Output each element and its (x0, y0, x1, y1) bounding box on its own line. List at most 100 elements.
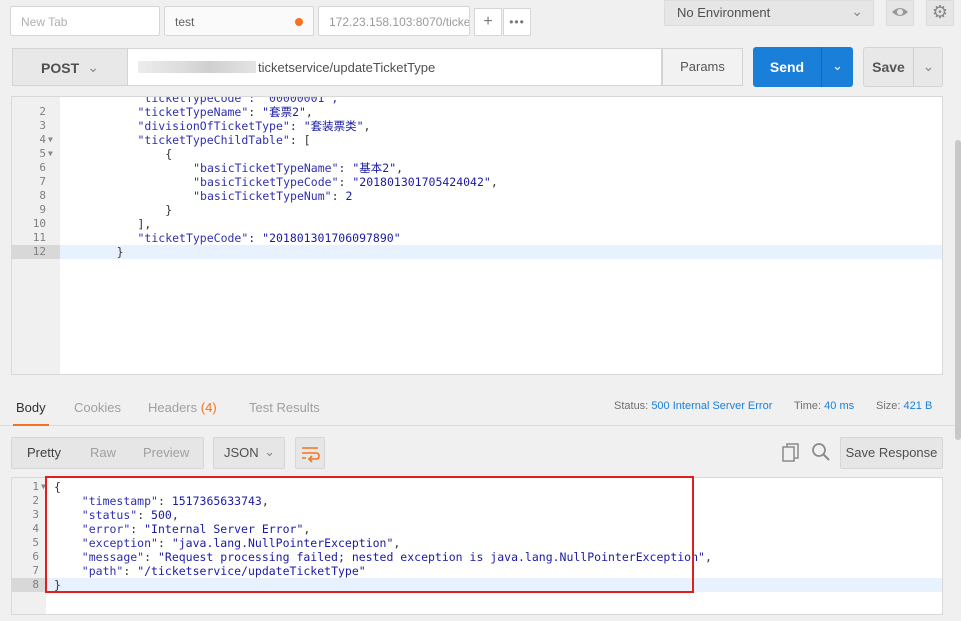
preview-button[interactable]: Preview (143, 445, 189, 460)
code-text: "message": "Request processing failed; n… (81, 550, 712, 564)
response-tabs: Body Cookies Headers (4) Test Results St… (0, 386, 961, 427)
code-line: 7 "basicTicketTypeCode": "201801301705424… (12, 175, 942, 189)
tab-test-results[interactable]: Test Results (249, 400, 320, 415)
time-value[interactable]: 40 ms (824, 400, 854, 412)
status-value[interactable]: 500 Internal Server Error (651, 400, 772, 412)
tab-headers[interactable]: Headers (4) (148, 400, 217, 415)
tab-label: New Tab (21, 15, 68, 29)
code-line: 3 "divisionOfTicketType": "套装票类", (12, 119, 942, 133)
code-line: "ticketTypeCode": "00000001", (12, 97, 942, 105)
code-text: } (116, 245, 124, 259)
code-text: { (165, 147, 173, 161)
code-text: "status": 500, (81, 508, 179, 522)
code-line: 4 "error": "Internal Server Error", (12, 522, 942, 536)
fold-toggle-icon[interactable]: ▼ (48, 133, 53, 147)
size-value[interactable]: 421 B (904, 400, 933, 412)
unsaved-dot-icon (295, 18, 303, 26)
chevron-down-icon: ⌄ (851, 3, 863, 19)
code-text: "path": "/ticketservice/updateTicketType… (81, 564, 366, 578)
tab-test[interactable]: test (164, 6, 314, 36)
code-text: } (165, 203, 173, 217)
save-button[interactable]: Save (864, 48, 913, 86)
line-number: 6 (39, 161, 46, 174)
save-response-button[interactable]: Save Response (840, 437, 943, 469)
method-select[interactable]: POST ⌄ (12, 48, 128, 86)
code-text: "basicTicketTypeName": "基本2", (193, 161, 404, 175)
chevron-down-icon: ⌄ (87, 59, 99, 75)
chevron-down-icon: ⌄ (922, 58, 935, 74)
tab-new-tab[interactable]: New Tab (10, 6, 160, 36)
code-line: 8 "basicTicketTypeNum": 2 (12, 189, 942, 203)
tab-body[interactable]: Body (13, 400, 49, 427)
size-label: Size: (876, 400, 901, 412)
time-label: Time: (794, 400, 822, 412)
url-input[interactable]: ticketservice/updateTicketType (128, 48, 662, 86)
response-status: Status: 500 Internal Server Error (614, 400, 772, 412)
send-button[interactable]: Send (753, 47, 821, 87)
line-number: 7 (32, 564, 39, 577)
code-text: "basicTicketTypeCode": "2018013017054240… (193, 175, 498, 189)
code-text: "exception": "java.lang.NullPointerExcep… (81, 536, 401, 550)
line-number: 3 (32, 508, 39, 521)
fold-toggle-icon[interactable]: ▼ (41, 480, 46, 494)
page-scrollbar[interactable] (955, 140, 961, 440)
pretty-button[interactable]: Pretty (27, 445, 61, 460)
url-text: ticketservice/updateTicketType (258, 60, 436, 75)
line-number: 1 (32, 480, 39, 493)
view-mode-group: Pretty Raw Preview (11, 437, 204, 469)
more-tabs-button[interactable]: ••• (503, 8, 531, 36)
wrap-icon (302, 447, 320, 463)
code-line: 3 "status": 500, (12, 508, 942, 522)
code-line: 2 "ticketTypeName": "套票2", (12, 105, 942, 119)
search-icon[interactable] (811, 442, 831, 462)
send-options-button[interactable]: ⌄ (821, 47, 853, 87)
code-line: 4 ▼ "ticketTypeChildTable": [ (12, 133, 942, 147)
code-text: "divisionOfTicketType": "套装票类", (137, 119, 371, 133)
code-line: 10], (12, 217, 942, 231)
response-body-viewer[interactable]: 1 ▼ {2 "timestamp": 1517365633743, 3 "status"… (11, 477, 943, 615)
code-line: 2 "timestamp": 1517365633743, (12, 494, 942, 508)
code-line: 11 "ticketTypeCode": "201801301706097890" (12, 231, 942, 245)
settings-button[interactable]: ⚙ (926, 0, 954, 26)
code-text: "ticketTypeCode": "201801301706097890" (137, 231, 401, 245)
add-tab-button[interactable]: + (474, 8, 502, 36)
line-number: 2 (32, 494, 39, 507)
fold-toggle-icon[interactable]: ▼ (48, 147, 53, 161)
tab-cookies[interactable]: Cookies (74, 400, 121, 415)
code-line: 12} (12, 245, 942, 259)
line-number: 5 (39, 147, 46, 160)
line-number: 9 (39, 203, 46, 216)
code-line: 6 "basicTicketTypeName": "基本2", (12, 161, 942, 175)
response-time: Time: 40 ms (794, 400, 854, 412)
code-line: 5 "exception": "java.lang.NullPointerExce… (12, 536, 942, 550)
line-number: 8 (39, 189, 46, 202)
eye-icon (892, 8, 908, 16)
chevron-down-icon: ⌄ (264, 444, 275, 459)
environment-select[interactable]: No Environment ⌄ (664, 0, 874, 26)
params-button[interactable]: Params (662, 48, 743, 86)
tab-label: 172.23.158.103:8070/tickets (329, 15, 470, 29)
code-text: } (54, 578, 61, 592)
gear-icon: ⚙ (931, 2, 949, 22)
code-line: 1 ▼ { (12, 480, 942, 494)
save-options-button[interactable]: ⌄ (913, 48, 943, 86)
copy-icon[interactable] (782, 443, 800, 463)
code-text: "basicTicketTypeNum": 2 (193, 189, 353, 203)
request-body-editor[interactable]: "ticketTypeCode": "00000001", 2 "ticketTyp… (11, 96, 943, 375)
line-number: 4 (39, 133, 46, 146)
code-line: 5 ▼ { (12, 147, 942, 161)
tab-url[interactable]: 172.23.158.103:8070/tickets (318, 6, 470, 36)
code-text: "timestamp": 1517365633743, (81, 494, 269, 508)
line-number: 8 (32, 578, 39, 591)
tab-headers-label: Headers (148, 400, 198, 415)
format-select[interactable]: JSON ⌄ (213, 437, 285, 469)
line-number: 6 (32, 550, 39, 563)
environment-quick-look-button[interactable] (886, 0, 914, 26)
raw-button[interactable]: Raw (90, 445, 116, 460)
code-text: "ticketTypeChildTable": [ (137, 133, 311, 147)
wrap-lines-button[interactable] (295, 437, 325, 469)
status-label: Status: (614, 400, 649, 412)
save-button-group: Save ⌄ (863, 47, 943, 87)
send-button-group: Send ⌄ (753, 47, 853, 87)
line-number: 11 (32, 231, 46, 244)
